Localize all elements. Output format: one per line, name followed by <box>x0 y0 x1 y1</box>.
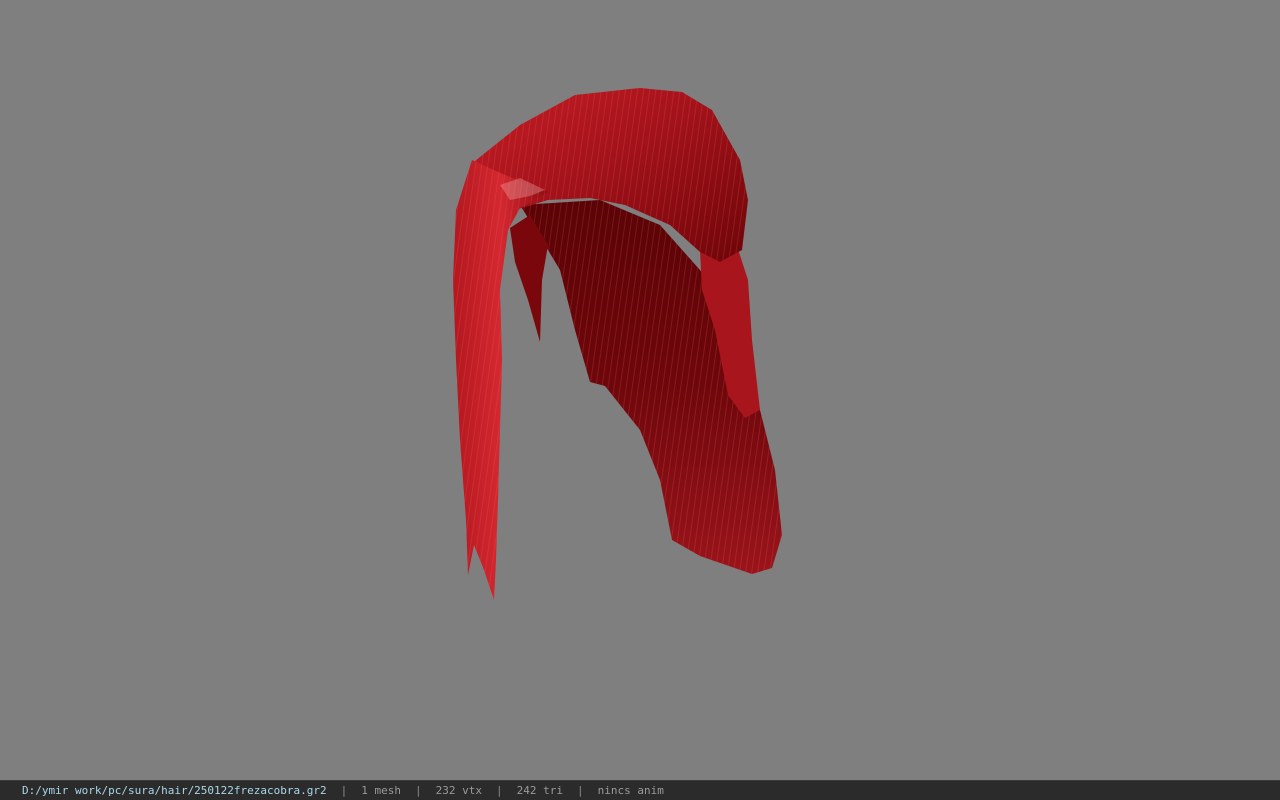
separator: | <box>340 784 348 797</box>
separator: | <box>496 784 503 797</box>
separator: | <box>576 784 584 797</box>
status-bar: D:/ymir work/pc/sura/hair/250122frezacob… <box>0 780 1280 800</box>
triangle-count-label: 242 tri <box>516 784 563 797</box>
mesh-count-label: 1 mesh <box>361 784 402 797</box>
file-path-label: D:/ymir work/pc/sura/hair/250122frezacob… <box>22 784 327 797</box>
vertex-count-label: 232 vtx <box>435 784 482 797</box>
animation-status-label: nincs anim <box>597 784 664 797</box>
3d-viewport[interactable] <box>0 0 1280 780</box>
hair-model-render[interactable] <box>0 0 1280 780</box>
separator: | <box>415 784 422 797</box>
